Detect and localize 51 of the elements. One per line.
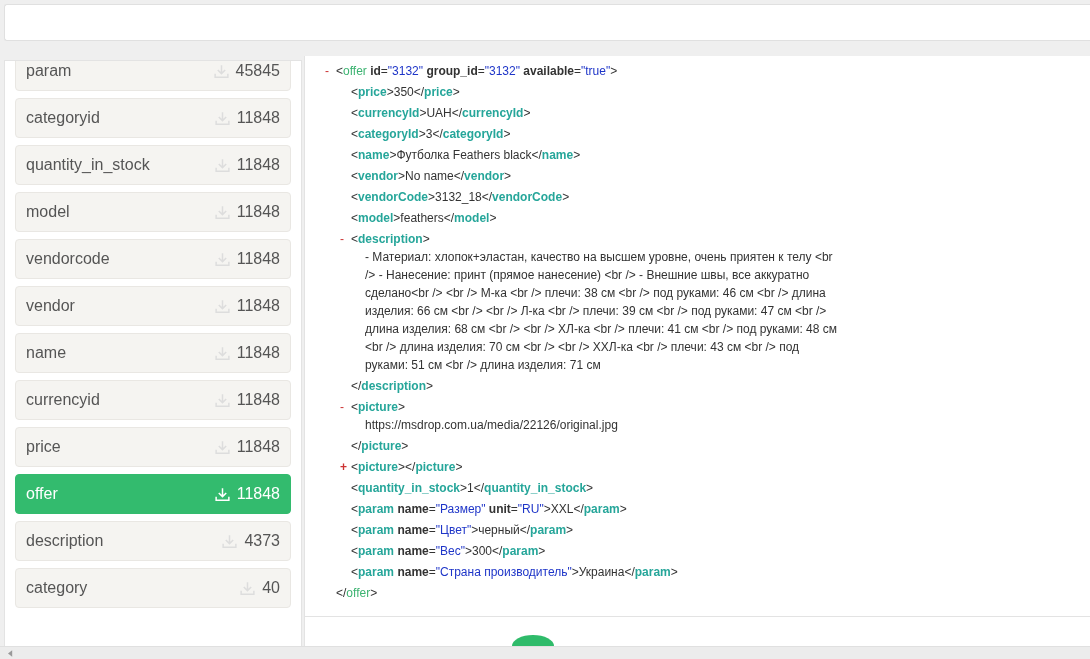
download-icon [221, 532, 239, 550]
sidebar-item[interactable]: categoryid 11848 [15, 98, 291, 138]
sidebar-item[interactable]: param 45845 [15, 61, 291, 91]
xml-line: </description> [351, 378, 434, 393]
sidebar-item[interactable]: vendorcode 11848 [15, 239, 291, 279]
sidebar-item[interactable]: price 11848 [15, 427, 291, 467]
sidebar-item[interactable]: description 4373 [15, 521, 291, 561]
download-icon [213, 297, 231, 315]
xml-line: <vendorCode>3132_18</vendorCode> [351, 189, 570, 204]
download-icon [213, 250, 231, 268]
xml-line: <model>feathers</model> [351, 210, 497, 225]
xml-line: <param name="Размер" unit="RU">XXL</param> [351, 501, 627, 516]
download-icon [213, 109, 231, 127]
sidebar-item[interactable]: name 11848 [15, 333, 291, 373]
collapse-toggle[interactable]: - [340, 231, 350, 246]
download-icon [213, 203, 231, 221]
xml-line: <picture> [351, 399, 406, 414]
download-icon [213, 391, 231, 409]
xml-line: <categoryId>3</categoryId> [351, 126, 511, 141]
xml-line: <offer id="3132" group_id="3132" available="true"> [336, 63, 618, 78]
xml-line: <picture></picture> [351, 459, 463, 474]
horizontal-scrollbar[interactable] [0, 646, 1090, 659]
element-text: - Материал: хлопок+эластан, качество на высшем уровне, очень приятен к телу <br /> - Нанесение: принт (прямое нанесение) <br /> - Внешние швы, все аккуратно сделано<br /> <br /> М-ка <br /> плечи: 38 см <br /> под руками: 46 см <br /> длина изделия: 66 см <br /> <br /> Л-ка <br /> плечи: 39 см <br /> под руками: 47 см <br /> длина изделия: 68 см <br /> <br /> ХЛ-ка <br /> плечи: 41 см <br /> под руками: 48 см <br /> длина изделия: 70 см <br /> <br /> ХХЛ-ка <br /> плечи: 43 см <br /> под руками: 51 см <br /> длина изделия: 71 см [364, 249, 839, 374]
xml-line: <vendor>No name</vendor> [351, 168, 512, 183]
xml-line: <currencyId>UAH</currencyId> [351, 105, 531, 120]
sidebar-item[interactable]: vendor 11848 [15, 286, 291, 326]
element-text: https://msdrop.com.ua/media/22126/original.jpg [364, 417, 619, 434]
xml-line: <price>350</price> [351, 84, 460, 99]
sidebar-item[interactable]: model 11848 [15, 192, 291, 232]
download-icon [212, 62, 230, 80]
collapse-toggle[interactable]: + [340, 459, 350, 474]
action-button[interactable] [512, 635, 554, 646]
xml-line: </offer> [336, 585, 378, 600]
download-icon [239, 579, 257, 597]
sidebar-item[interactable]: category 40 [15, 568, 291, 608]
xml-line: <param name="Цвет">черный</param> [351, 522, 574, 537]
sidebar-item[interactable]: quantity_in_stock 11848 [15, 145, 291, 185]
xml-line: <quantity_in_stock>1</quantity_in_stock> [351, 480, 594, 495]
scroll-left-icon[interactable] [8, 650, 13, 657]
collapse-toggle[interactable]: - [340, 399, 350, 414]
xml-line: <name>Футболка Feathers black</name> [351, 147, 581, 162]
xml-line: </picture> [351, 438, 409, 453]
xml-line: <param name="Вес">300</param> [351, 543, 546, 558]
download-icon [213, 485, 231, 503]
xml-line: <param name="Страна производитель">Украина</param> [351, 564, 678, 579]
download-icon [213, 156, 231, 174]
collapse-toggle[interactable]: - [325, 63, 335, 78]
sidebar-item[interactable]: currencyid 11848 [15, 380, 291, 420]
download-icon [213, 344, 231, 362]
xml-line: <description> [351, 231, 430, 246]
download-icon [213, 438, 231, 456]
